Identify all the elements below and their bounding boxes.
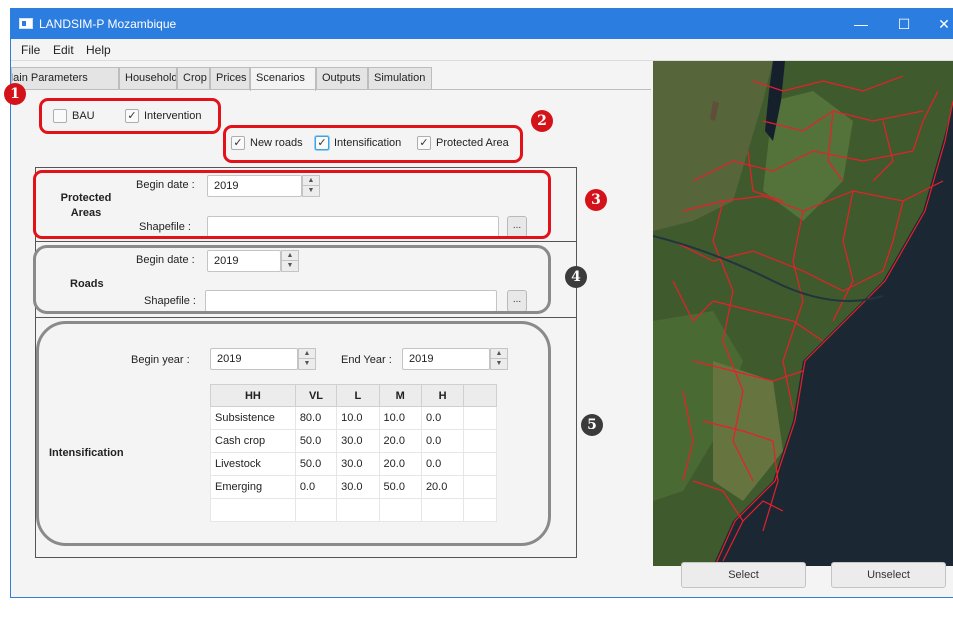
maximize-button[interactable]: ☐ [889, 14, 919, 34]
marker-4: 4 [565, 266, 587, 288]
menu-bar: File Edit Help [11, 39, 953, 61]
tab-main-parameters[interactable]: Main Parameters [11, 67, 119, 89]
map-image [653, 61, 953, 566]
tab-underline [11, 89, 651, 90]
unselect-button[interactable]: Unselect [831, 562, 946, 588]
menu-edit[interactable]: Edit [53, 43, 74, 57]
tab-scenarios[interactable]: Scenarios [250, 67, 316, 91]
annotation-box-5 [36, 321, 551, 546]
annotation-box-3 [33, 170, 551, 239]
annotation-box-4 [33, 245, 551, 314]
tab-simulation[interactable]: Simulation [368, 67, 432, 89]
tab-prices[interactable]: Prices [210, 67, 250, 89]
app-window: LANDSIM-P Mozambique — ☐ ✕ File Edit Hel… [4, 8, 953, 598]
marker-1: 1 [4, 83, 26, 105]
minimize-button[interactable]: — [846, 14, 876, 34]
select-button[interactable]: Select [681, 562, 806, 588]
tab-bar: Main Parameters Household Crop Prices Sc… [11, 67, 651, 91]
mozambique-map[interactable] [653, 61, 953, 566]
tab-outputs[interactable]: Outputs [316, 67, 368, 89]
window-title: LANDSIM-P Mozambique [39, 17, 177, 31]
tab-household[interactable]: Household [119, 67, 177, 89]
tab-crop[interactable]: Crop [177, 67, 210, 89]
marker-5: 5 [581, 414, 603, 436]
marker-3: 3 [585, 189, 607, 211]
marker-2: 2 [531, 110, 553, 132]
menu-help[interactable]: Help [86, 43, 111, 57]
annotation-box-1 [39, 98, 221, 134]
app-icon [19, 18, 33, 29]
menu-file[interactable]: File [21, 43, 40, 57]
annotation-box-2 [223, 125, 523, 163]
title-bar: LANDSIM-P Mozambique — ☐ ✕ [11, 9, 953, 39]
close-button[interactable]: ✕ [929, 14, 953, 34]
